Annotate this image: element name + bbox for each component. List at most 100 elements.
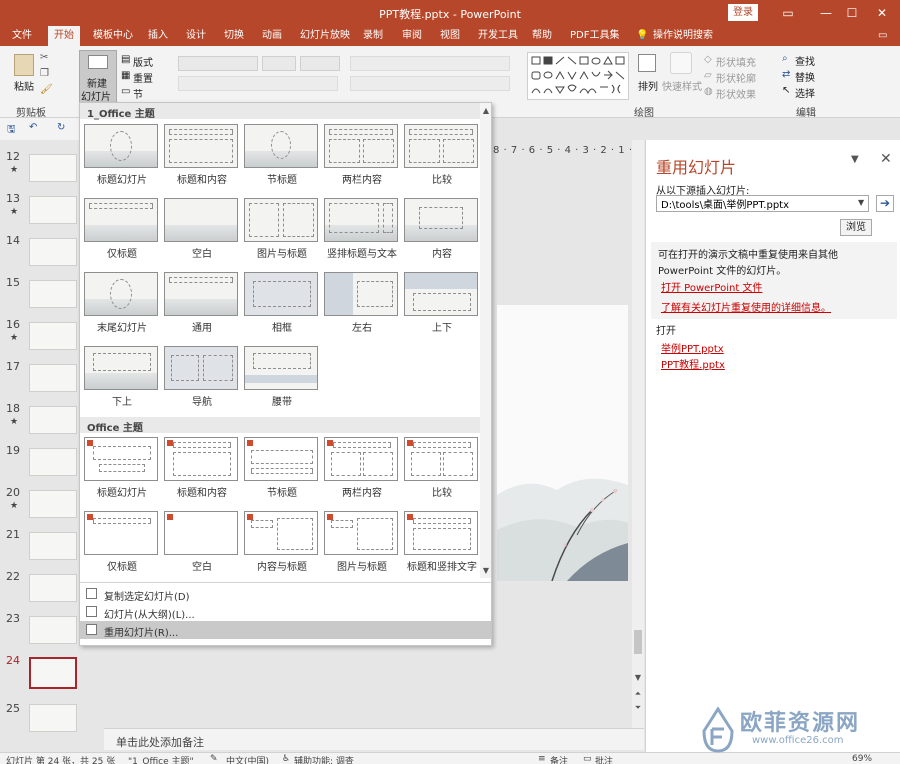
recent-file-link[interactable]: 举例PPT.pptx (661, 340, 724, 355)
layout-office-blank[interactable]: 空白 (164, 511, 240, 573)
tab-design[interactable]: 设计 (186, 26, 206, 46)
tab-home[interactable]: 开始 (48, 26, 80, 46)
slide-thumbnail-12[interactable] (29, 154, 77, 182)
comments-status-icon[interactable]: ▭ (583, 754, 592, 764)
layout-content[interactable]: 内容 (404, 198, 480, 260)
font-grow-box[interactable] (300, 56, 340, 71)
slide-thumbnail-14[interactable] (29, 238, 77, 266)
find-icon[interactable]: ⌕ (782, 53, 788, 64)
undo-icon[interactable]: ↶ (29, 122, 37, 133)
previous-slide-icon[interactable]: ⏶ (632, 688, 644, 700)
layout-icon[interactable]: ▤ (121, 54, 130, 65)
slide-thumbnail-17[interactable] (29, 364, 77, 392)
scroll-down-icon[interactable]: ▼ (480, 565, 491, 577)
layout-office-picture-with-title[interactable]: 图片与标题 (324, 511, 400, 573)
layout-general[interactable]: 通用 (164, 272, 240, 334)
next-slide-icon[interactable]: ⏷ (632, 702, 644, 714)
slide-thumbnail-23[interactable] (29, 616, 77, 644)
shape-effects-button[interactable]: 形状效果 (716, 86, 756, 101)
vertical-scrollbar[interactable]: ▼ ⏶ ⏷ (632, 140, 644, 728)
layout-office-two-content[interactable]: 两栏内容 (324, 437, 400, 499)
slide-thumbnail-16[interactable] (29, 322, 77, 350)
learn-more-link[interactable]: 了解有关幻灯片重复使用的详细信息。 (661, 299, 831, 314)
scroll-down-icon[interactable]: ▼ (632, 672, 644, 684)
shape-fill-icon[interactable]: ◇ (704, 54, 712, 65)
layout-navigation[interactable]: 导航 (164, 346, 240, 408)
arrange-icon[interactable] (638, 54, 656, 72)
reset-icon[interactable]: ▦ (121, 70, 130, 81)
login-button[interactable]: 登录 (728, 4, 758, 21)
layout-two-content[interactable]: 两栏内容 (324, 124, 400, 186)
layout-vertical-title-text[interactable]: 竖排标题与文本 (324, 198, 400, 260)
shape-outline-button[interactable]: 形状轮廓 (716, 70, 756, 85)
pane-options-icon[interactable]: ▼ (851, 154, 859, 165)
slide-thumbnail-19[interactable] (29, 448, 77, 476)
font-size-box[interactable] (262, 56, 296, 71)
tab-slideshow[interactable]: 幻灯片放映 (300, 26, 350, 46)
paste-icon[interactable] (14, 54, 34, 76)
cut-icon[interactable]: ✂ (40, 52, 48, 63)
layout-office-title-content[interactable]: 标题和内容 (164, 437, 240, 499)
slide-thumbnail-21[interactable] (29, 532, 77, 560)
section-button[interactable]: 节 (133, 86, 143, 101)
quick-styles-icon[interactable] (670, 52, 692, 74)
layout-picture-with-title[interactable]: 图片与标题 (244, 198, 320, 260)
close-button[interactable]: ✕ (862, 0, 900, 26)
slide-canvas[interactable] (497, 305, 628, 582)
layout-left-right[interactable]: 左右 (324, 272, 400, 334)
tab-view[interactable]: 视图 (440, 26, 460, 46)
layout-office-section-header[interactable]: 节标题 (244, 437, 320, 499)
gallery-scrollbar[interactable]: ▲ ▼ (480, 103, 491, 578)
ribbon-display-icon[interactable]: ▭ (768, 0, 808, 26)
tab-pdf-tools[interactable]: PDF工具集 (570, 26, 619, 46)
format-painter-icon[interactable]: 🖌 (40, 84, 53, 95)
notes-button[interactable]: 备注 (550, 754, 568, 764)
slide-thumbnail-20[interactable] (29, 490, 77, 518)
paste-label[interactable]: 粘贴 (14, 78, 34, 93)
layout-frame[interactable]: 相框 (244, 272, 320, 334)
scroll-up-icon[interactable]: ▲ (480, 105, 491, 117)
slide-thumbnail-15[interactable] (29, 280, 77, 308)
layout-top-bottom[interactable]: 上下 (404, 272, 480, 334)
slide-thumbnail-18[interactable] (29, 406, 77, 434)
scrollbar-thumb[interactable] (634, 630, 642, 654)
slide-thumbnail-22[interactable] (29, 574, 77, 602)
font-name-box[interactable] (178, 56, 258, 71)
slide-thumbnail-25[interactable] (29, 704, 77, 732)
tab-template-center[interactable]: 模板中心 (93, 26, 133, 46)
copy-icon[interactable]: ❐ (40, 68, 49, 79)
shape-effects-icon[interactable]: ◍ (704, 86, 713, 97)
arrange-button[interactable]: 排列 (638, 78, 658, 93)
proofing-icon[interactable]: ✎ (210, 754, 218, 764)
replace-icon[interactable]: ⇄ (782, 69, 790, 80)
select-button[interactable]: 选择 (795, 85, 815, 100)
browse-button[interactable]: 浏览 (840, 219, 872, 236)
comments-icon[interactable]: ▭ (878, 26, 887, 46)
comments-button[interactable]: 批注 (595, 754, 613, 764)
tab-file[interactable]: 文件 (12, 26, 32, 46)
language-status[interactable]: 中文(中国) (226, 754, 269, 764)
layout-section-header[interactable]: 节标题 (244, 124, 320, 186)
layout-title-only[interactable]: 仅标题 (84, 198, 160, 260)
shape-outline-icon[interactable]: ▱ (704, 70, 712, 81)
tab-insert[interactable]: 插入 (148, 26, 168, 46)
close-pane-icon[interactable]: ✕ (880, 151, 892, 167)
layout-blank[interactable]: 空白 (164, 198, 240, 260)
layout-title-content[interactable]: 标题和内容 (164, 124, 240, 186)
layout-office-content-with-title[interactable]: 内容与标题 (244, 511, 320, 573)
slide-thumbnail-13[interactable] (29, 196, 77, 224)
layout-office-title-slide[interactable]: 标题幻灯片 (84, 437, 160, 499)
section-icon[interactable]: ▭ (121, 86, 130, 97)
tell-me-search[interactable]: 操作说明搜索 (653, 26, 713, 46)
accessibility-status[interactable]: 辅助功能: 调查 (294, 754, 354, 764)
tab-transitions[interactable]: 切换 (224, 26, 244, 46)
layout-ending-slide[interactable]: 末尾幻灯片 (84, 272, 160, 334)
save-icon[interactable]: 🖫 (7, 122, 16, 139)
layout-bottom-top[interactable]: 下上 (84, 346, 160, 408)
accessibility-icon[interactable]: ♿ (282, 754, 290, 764)
layout-button[interactable]: 版式 (133, 54, 153, 69)
go-arrow-button[interactable]: ➔ (876, 195, 894, 212)
layout-title-slide[interactable]: 标题幻灯片 (84, 124, 160, 186)
shapes-gallery[interactable] (527, 52, 629, 100)
tab-animations[interactable]: 动画 (262, 26, 282, 46)
